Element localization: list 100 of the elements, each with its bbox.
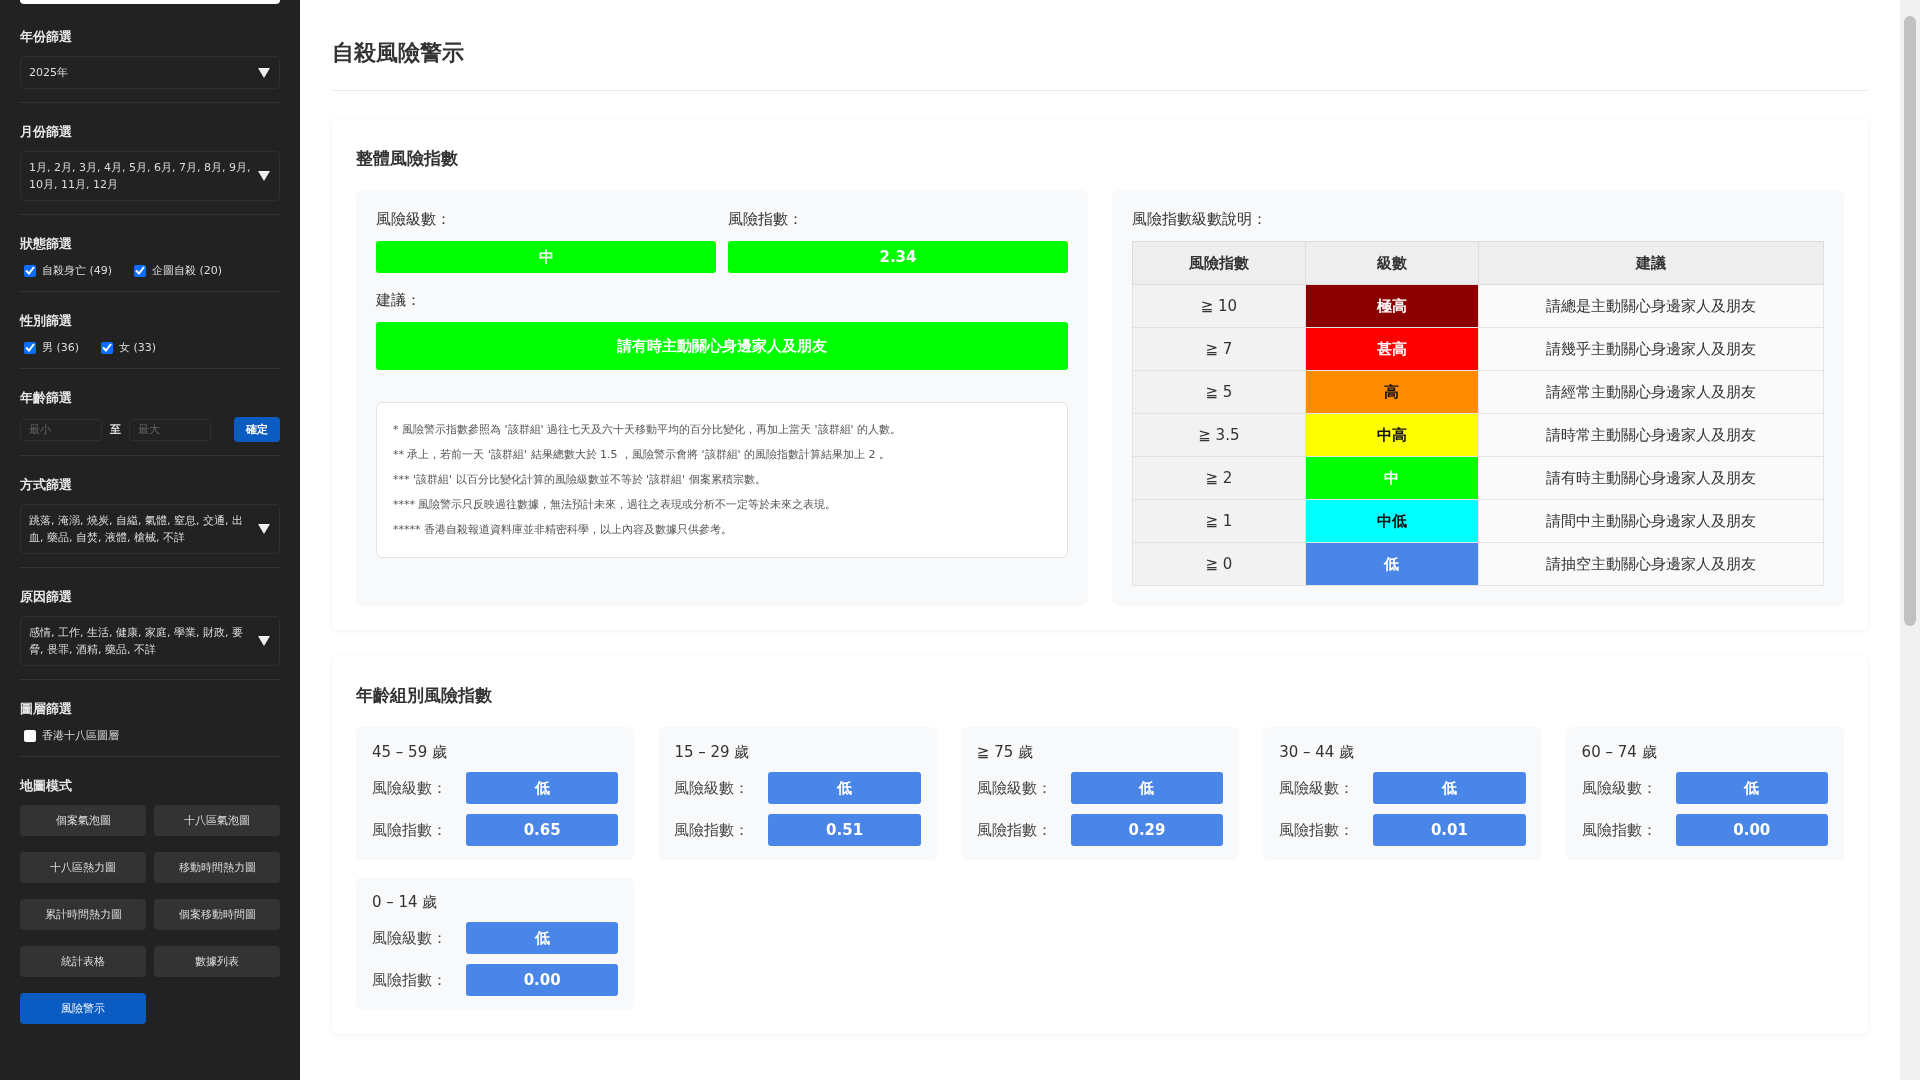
- field-label: 風險指數：: [976, 820, 1053, 840]
- table-cell: 請幾乎主動關心身邊家人及朋友: [1478, 327, 1824, 371]
- map-mode-button[interactable]: 十八區熱力圖: [20, 852, 146, 883]
- risk-index-badge: 0.65: [466, 814, 619, 846]
- dropdown[interactable]: 跳落, 淹溺, 燒炭, 自縊, 氣體, 窒息, 交通, 出血, 藥品, 自焚, 液體, 槍械, 不詳: [20, 504, 280, 554]
- field-label: 風險指數：: [1581, 820, 1658, 840]
- map-mode-button[interactable]: 個案移動時間圖: [154, 899, 280, 930]
- checkbox[interactable]: [24, 729, 36, 742]
- section-title: 地圖模式: [20, 777, 73, 795]
- map-mode-button[interactable]: 個案氣泡圖: [20, 805, 146, 836]
- table-cell: ≧ 3.5: [1132, 413, 1306, 457]
- age-group-label: 30 – 44 歲: [1279, 743, 1356, 762]
- section-heading: 整體風險指數: [356, 147, 459, 170]
- table-cell: 請時常主動關心身邊家人及朋友: [1478, 413, 1824, 457]
- legend-title: 風險指數級數說明：: [1132, 210, 1268, 229]
- column-header: 風險指數: [1132, 241, 1306, 285]
- field-label: 風險級數：: [1279, 778, 1356, 798]
- map-mode-button[interactable]: 統計表格: [20, 946, 146, 977]
- footnote-text: * 風險警示指數參照為 '該群組' 過往七天及六十天移動平均的百分比變化，再加上當天 '該群組' 的人數。: [393, 422, 903, 437]
- caret-icon: [257, 523, 271, 535]
- advice-banner: 請有時主動關心身邊家人及朋友: [376, 322, 1068, 370]
- table-cell: 請有時主動關心身邊家人及朋友: [1478, 456, 1824, 500]
- section-title: 圖層篩選: [20, 700, 73, 718]
- risk-index-badge: 0.01: [1373, 814, 1526, 846]
- footnote-text: **** 風險警示只反映過往數據，無法預計未來，過往之表現或分析不一定等於未來之表現。: [393, 497, 838, 512]
- field-label: 風險級數：: [372, 778, 448, 798]
- caret-icon: [257, 635, 271, 647]
- checkbox-label[interactable]: 企圖自殺 (20): [152, 263, 223, 278]
- table-cell: 請間中主動關心身邊家人及朋友: [1478, 499, 1824, 543]
- risk-level-badge: 低: [466, 922, 619, 954]
- age-group-label: 45 – 59 歲: [372, 743, 448, 762]
- table-cell: 請經常主動關心身邊家人及朋友: [1478, 370, 1824, 414]
- scrollbar[interactable]: [1900, 0, 1920, 1080]
- risk-index-badge: 0.00: [1675, 814, 1828, 846]
- map-mode-button[interactable]: 風險警示: [20, 993, 146, 1024]
- max-input-field[interactable]: 最大: [129, 418, 211, 441]
- table-cell: 請總是主動關心身邊家人及朋友: [1478, 284, 1824, 328]
- footnote-text: ***** 香港自殺報道資料庫並非精密科學，以上內容及數據只供參考。: [393, 522, 733, 537]
- age-group-label: 0 – 14 歲: [372, 893, 439, 912]
- table-cell: ≧ 10: [1132, 284, 1306, 328]
- field-label: 風險指數：: [372, 970, 448, 990]
- level-cell: 高: [1305, 370, 1478, 414]
- checkbox[interactable]: [134, 264, 147, 277]
- risk-level-badge: 低: [768, 772, 921, 804]
- field-label: 風險級數：: [376, 210, 452, 229]
- risk-level-badge: 低: [1675, 772, 1828, 804]
- field-label: 風險級數：: [1581, 778, 1658, 798]
- checkbox[interactable]: [24, 264, 36, 277]
- caret-icon: [257, 66, 271, 79]
- field-label: 風險級數：: [976, 778, 1053, 798]
- footnote-text: ** 承上，若前一天 '該群組' 結果總數大於 1.5 ，風險警示會將 '該群組' 的風險指數計算結果加上 2 。: [393, 447, 892, 462]
- checkbox-label[interactable]: 女 (33): [119, 340, 157, 355]
- field-label: 建議：: [376, 291, 422, 310]
- map-mode-button[interactable]: 數據列表: [154, 946, 280, 977]
- checkbox-label[interactable]: 香港十八區圖層: [42, 728, 119, 743]
- map-mode-button[interactable]: 移動時間熱力圖: [154, 852, 280, 883]
- table-cell: ≧ 2: [1132, 456, 1306, 500]
- map-mode-button[interactable]: 十八區氣泡圖: [154, 805, 280, 836]
- field-label: 風險級數：: [372, 928, 448, 948]
- section-title: 狀態篩選: [20, 235, 73, 253]
- min-input-field[interactable]: 最小: [20, 418, 102, 441]
- field-label: 風險指數：: [1279, 820, 1356, 840]
- column-header: 級數: [1305, 241, 1478, 285]
- field-label: 風險指數：: [372, 820, 448, 840]
- table-cell: ≧ 1: [1132, 499, 1306, 543]
- column-header: 建議: [1478, 241, 1824, 285]
- age-group-label: 60 – 74 歲: [1581, 743, 1658, 762]
- section-title: 月份篩選: [20, 123, 73, 141]
- caret-icon: [257, 170, 271, 182]
- checkbox[interactable]: [24, 341, 36, 354]
- risk-level-badge: 低: [1373, 772, 1526, 804]
- level-cell: 甚高: [1305, 327, 1478, 371]
- table-cell: ≧ 0: [1132, 542, 1306, 586]
- table-cell: ≧ 7: [1132, 327, 1306, 371]
- risk-level-badge: 低: [466, 772, 619, 804]
- section-title: 年份篩選: [20, 28, 73, 46]
- age-group-label: 15 – 29 歲: [674, 743, 751, 762]
- dropdown[interactable]: 2025年: [20, 56, 280, 89]
- scrollbar-thumb[interactable]: [1904, 16, 1916, 626]
- risk-index-badge: 2.34: [728, 241, 1068, 273]
- section-title: 性別篩選: [20, 312, 73, 330]
- level-cell: 中低: [1305, 499, 1478, 543]
- risk-level-badge: 低: [1070, 772, 1224, 804]
- section-title: 年齡篩選: [20, 389, 73, 407]
- level-cell: 極高: [1305, 284, 1478, 328]
- field-label: 風險指數：: [728, 210, 804, 229]
- map-mode-button[interactable]: 累計時間熱力圖: [20, 899, 146, 930]
- checkbox-label[interactable]: 男 (36): [42, 340, 80, 355]
- confirm-button[interactable]: 確定: [234, 417, 280, 442]
- checkbox[interactable]: [101, 341, 114, 354]
- checkbox-label[interactable]: 自殺身亡 (49): [42, 263, 113, 278]
- field-label: 風險級數：: [674, 778, 751, 798]
- section-title: 方式篩選: [20, 476, 73, 494]
- dropdown[interactable]: 1月, 2月, 3月, 4月, 5月, 6月, 7月, 8月, 9月, 10月, 11月, 12月: [20, 151, 280, 201]
- table-cell: ≧ 5: [1132, 370, 1306, 414]
- section-title: 原因篩選: [20, 588, 73, 606]
- field-label: 風險指數：: [674, 820, 751, 840]
- level-cell: 低: [1305, 542, 1478, 586]
- input-field[interactable]: [20, 0, 280, 4]
- dropdown[interactable]: 感情, 工作, 生活, 健康, 家庭, 學業, 財政, 要脅, 畏罪, 酒精, 藥品, 不詳: [20, 616, 280, 666]
